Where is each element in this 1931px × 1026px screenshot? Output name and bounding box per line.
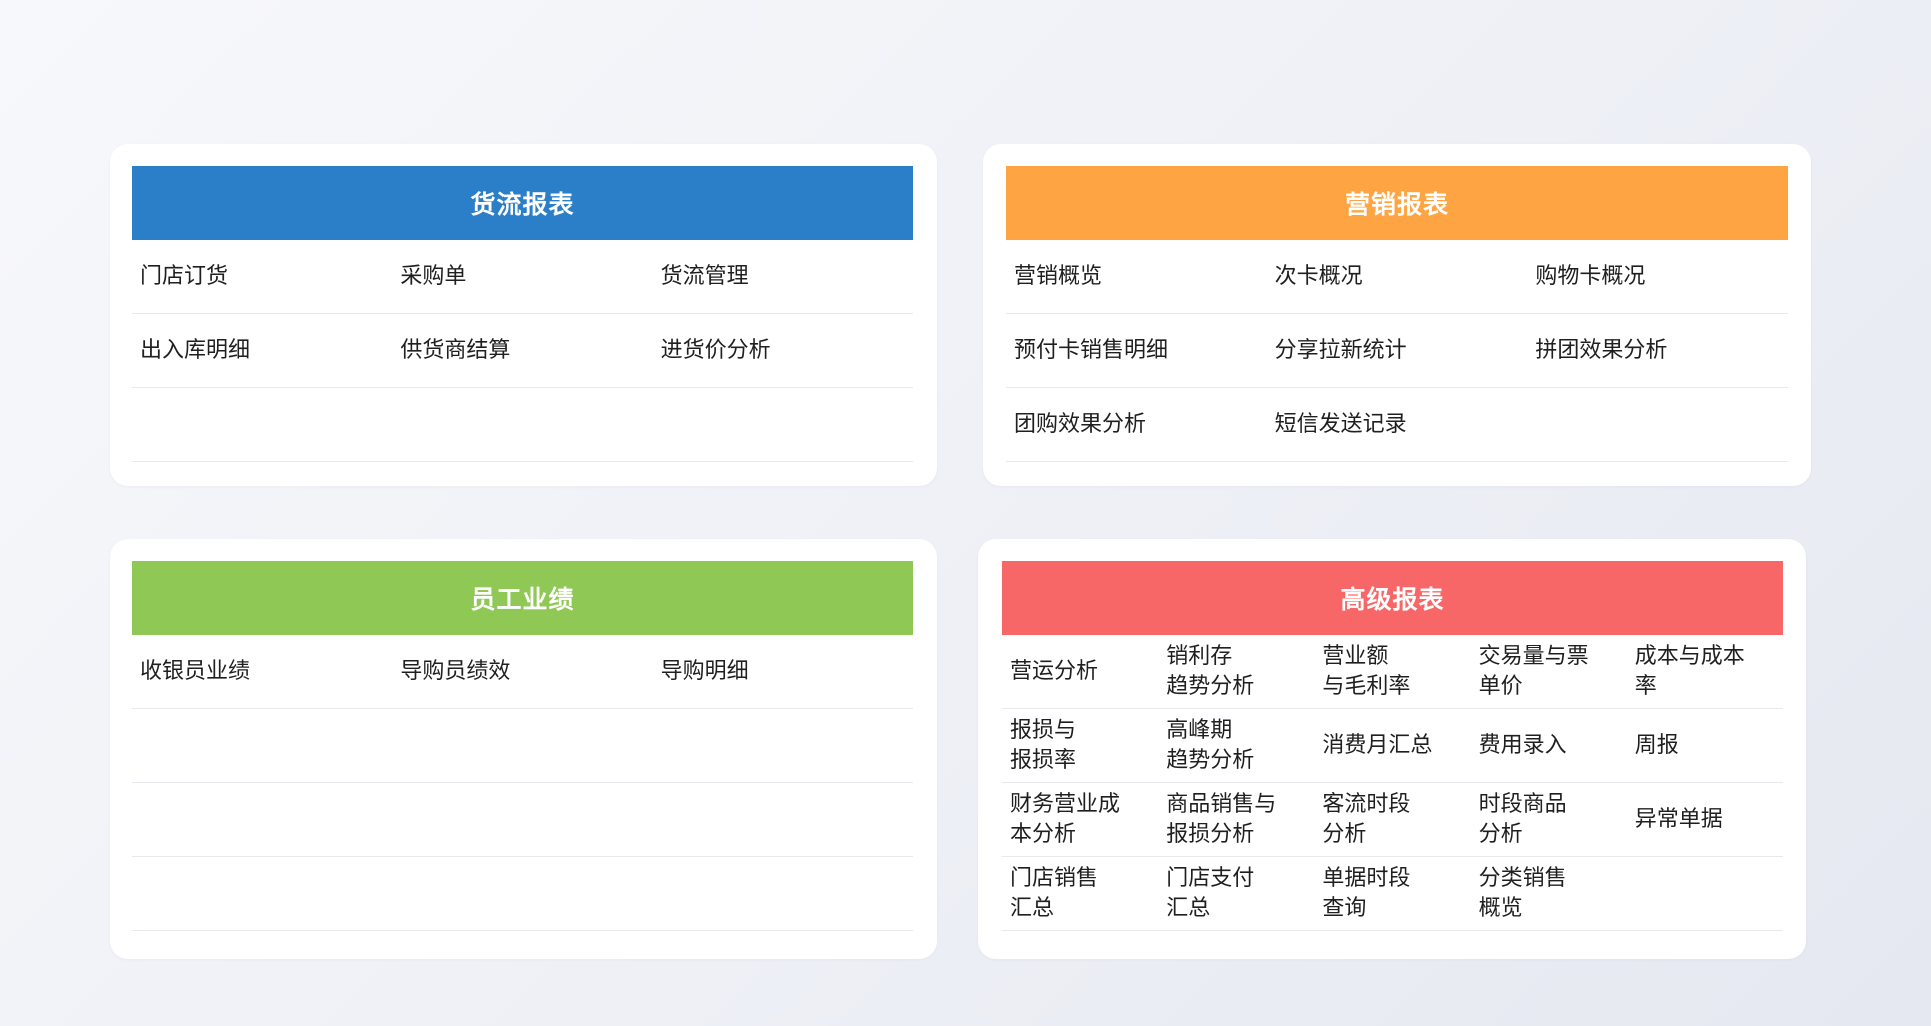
goods-flow-header: 货流报表 <box>132 166 913 240</box>
marketing-report-link[interactable]: 短信发送记录 <box>1267 388 1528 462</box>
goods-flow-title: 货流报表 <box>470 190 575 219</box>
goods-report-link[interactable]: 供货商结算 <box>392 314 652 388</box>
marketing-report-link[interactable]: 拼团效果分析 <box>1527 314 1788 388</box>
staff-performance-title: 员工业绩 <box>470 585 575 614</box>
empty-cell <box>653 709 913 783</box>
advanced-report-link[interactable]: 费用录入 <box>1471 709 1627 783</box>
advanced-report-link[interactable]: 时段商品 分析 <box>1471 783 1627 857</box>
row-divider <box>132 461 913 462</box>
row-divider <box>1006 461 1788 462</box>
advanced-report-title: 高级报表 <box>1340 585 1445 614</box>
advanced-report-link[interactable]: 异常单据 <box>1627 783 1783 857</box>
staff-performance-header: 员工业绩 <box>132 561 913 635</box>
marketing-report-link[interactable]: 预付卡销售明细 <box>1006 314 1267 388</box>
staff-report-link[interactable]: 导购明细 <box>653 635 913 709</box>
empty-cell <box>392 783 652 857</box>
goods-report-link[interactable]: 出入库明细 <box>132 314 392 388</box>
empty-cell <box>653 783 913 857</box>
empty-cell <box>1527 388 1788 462</box>
marketing-report-link[interactable]: 营销概览 <box>1006 240 1267 314</box>
goods-report-link[interactable]: 门店订货 <box>132 240 392 314</box>
goods-report-link[interactable]: 采购单 <box>392 240 652 314</box>
advanced-report-link[interactable]: 报损与 报损率 <box>1002 709 1158 783</box>
empty-cell <box>132 709 392 783</box>
advanced-report-link[interactable]: 销利存 趋势分析 <box>1158 635 1314 709</box>
row-divider <box>1002 708 1783 709</box>
empty-cell <box>653 388 913 462</box>
advanced-report-grid: 营运分析 销利存 趋势分析 营业额 与毛利率 交易量与票 单价 成本与成本 率报损与 报… <box>1002 635 1783 931</box>
advanced-report-link[interactable]: 高峰期 趋势分析 <box>1158 709 1314 783</box>
empty-cell <box>1627 857 1783 931</box>
marketing-title: 营销报表 <box>1344 190 1449 219</box>
advanced-report-card: 高级报表 营运分析 销利存 趋势分析 营业额 与毛利率 交易量与票 单价 成本与成本 率… <box>978 539 1806 959</box>
row-divider <box>132 782 913 783</box>
advanced-report-link[interactable]: 营运分析 <box>1002 635 1158 709</box>
advanced-report-link[interactable]: 门店支付 汇总 <box>1158 857 1314 931</box>
marketing-grid: 营销概览 次卡概况 购物卡概况预付卡销售明细 分享拉新统计 拼团效果分析团购效果分析 短信… <box>1006 240 1788 462</box>
empty-cell <box>392 388 652 462</box>
goods-report-link[interactable]: 进货价分析 <box>653 314 913 388</box>
empty-cell <box>392 857 652 931</box>
row-divider <box>132 856 913 857</box>
row-divider <box>1002 930 1783 931</box>
empty-cell <box>132 388 392 462</box>
empty-cell <box>132 783 392 857</box>
advanced-report-link[interactable]: 客流时段 分析 <box>1314 783 1470 857</box>
goods-flow-grid: 门店订货 采购单 货流管理出入库明细 供货商结算 进货价分析 <box>132 240 913 462</box>
row-divider <box>1002 782 1783 783</box>
advanced-report-link[interactable]: 单据时段 查询 <box>1314 857 1470 931</box>
marketing-report-link[interactable]: 分享拉新统计 <box>1267 314 1528 388</box>
row-divider <box>1006 313 1788 314</box>
row-divider <box>132 930 913 931</box>
advanced-report-link[interactable]: 门店销售 汇总 <box>1002 857 1158 931</box>
row-divider <box>132 387 913 388</box>
marketing-report-link[interactable]: 次卡概况 <box>1267 240 1528 314</box>
goods-flow-card: 货流报表 门店订货 采购单 货流管理出入库明细 供货商结算 进货价分析 <box>110 144 937 486</box>
staff-performance-grid: 收银员业绩 导购员绩效 导购明细 <box>132 635 913 931</box>
advanced-report-link[interactable]: 商品销售与 报损分析 <box>1158 783 1314 857</box>
advanced-report-link[interactable]: 交易量与票 单价 <box>1471 635 1627 709</box>
row-divider <box>132 313 913 314</box>
marketing-report-link[interactable]: 购物卡概况 <box>1527 240 1788 314</box>
empty-cell <box>132 857 392 931</box>
advanced-report-link[interactable]: 成本与成本 率 <box>1627 635 1783 709</box>
staff-report-link[interactable]: 导购员绩效 <box>392 635 652 709</box>
advanced-report-header: 高级报表 <box>1002 561 1783 635</box>
marketing-card: 营销报表 营销概览 次卡概况 购物卡概况预付卡销售明细 分享拉新统计 拼团效果分析团购效… <box>983 144 1811 486</box>
advanced-report-link[interactable]: 财务营业成 本分析 <box>1002 783 1158 857</box>
advanced-report-link[interactable]: 消费月汇总 <box>1314 709 1470 783</box>
advanced-report-link[interactable]: 分类销售 概览 <box>1471 857 1627 931</box>
staff-performance-card: 员工业绩 收银员业绩 导购员绩效 导购明细 <box>110 539 937 959</box>
row-divider <box>1002 856 1783 857</box>
marketing-report-link[interactable]: 团购效果分析 <box>1006 388 1267 462</box>
advanced-report-link[interactable]: 营业额 与毛利率 <box>1314 635 1470 709</box>
row-divider <box>1006 387 1788 388</box>
empty-cell <box>653 857 913 931</box>
empty-cell <box>392 709 652 783</box>
staff-report-link[interactable]: 收银员业绩 <box>132 635 392 709</box>
advanced-report-link[interactable]: 周报 <box>1627 709 1783 783</box>
row-divider <box>132 708 913 709</box>
goods-report-link[interactable]: 货流管理 <box>653 240 913 314</box>
marketing-header: 营销报表 <box>1006 166 1788 240</box>
